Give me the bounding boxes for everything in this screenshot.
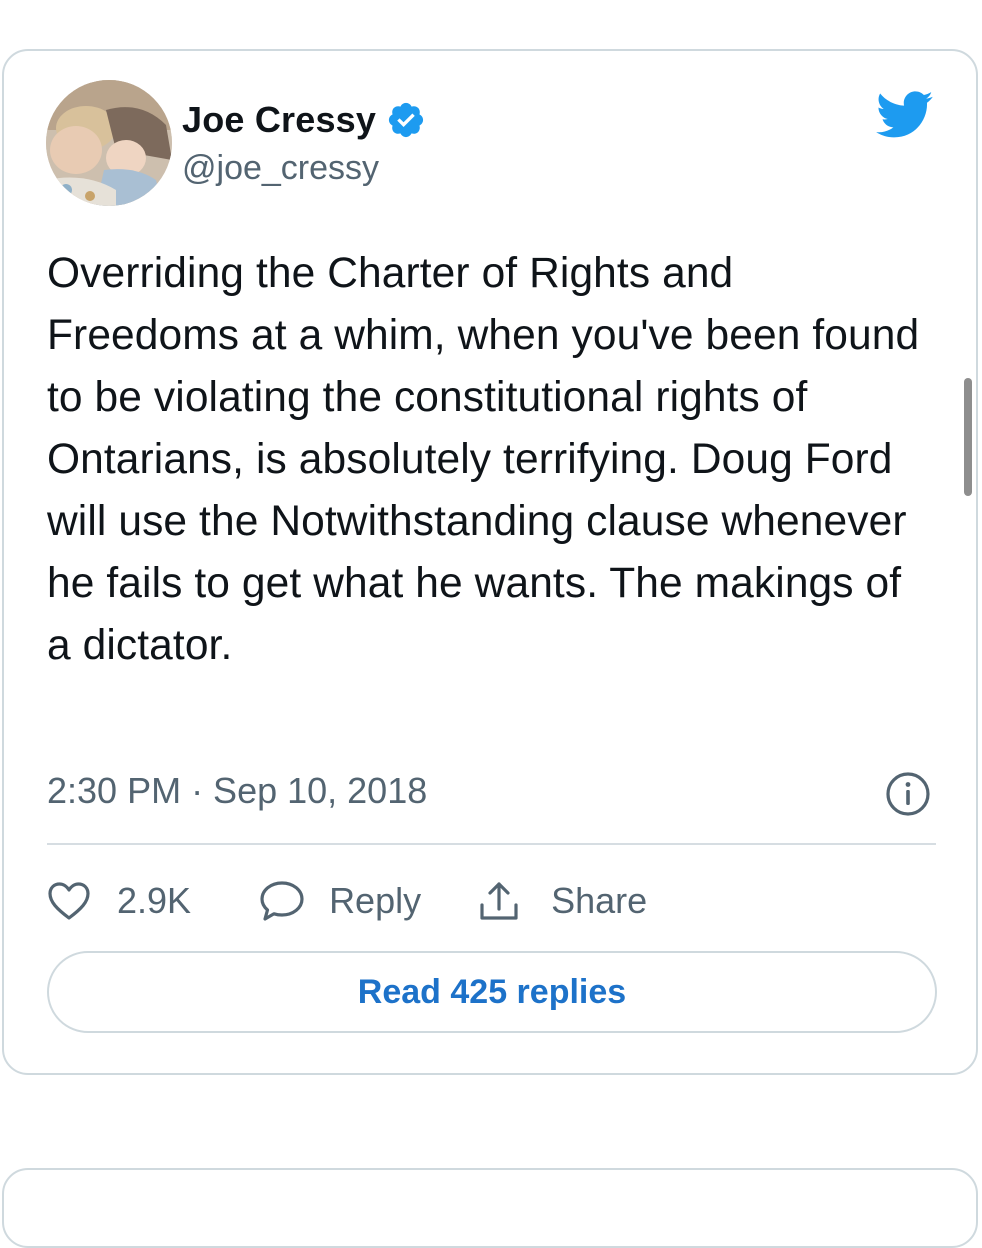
reply-bubble-icon [260, 881, 304, 921]
reply-label: Reply [329, 880, 422, 921]
share-icon [480, 882, 518, 920]
heart-icon [48, 882, 90, 920]
like-count: 2.9K [117, 880, 192, 921]
twitter-bird-icon[interactable] [876, 91, 934, 139]
tweet-text: Overriding the Charter of Rights and Fre… [47, 250, 920, 669]
read-replies-button[interactable]: Read 425 replies [47, 951, 937, 1033]
share-button[interactable]: Share [477, 879, 647, 923]
like-button[interactable]: 2.9K [47, 880, 191, 922]
scrollbar-thumb[interactable] [964, 378, 972, 496]
tweet-timestamp[interactable]: 2:30 PM · Sep 10, 2018 [47, 768, 427, 814]
author-row[interactable]: Joe Cressy [182, 96, 426, 144]
divider [47, 843, 936, 845]
author-handle[interactable]: @joe_cressy [182, 149, 379, 188]
display-name[interactable]: Joe Cressy [182, 99, 376, 141]
share-label: Share [551, 880, 648, 921]
tweet-card[interactable]: Joe Cressy @joe_cressy Overriding the Ch… [2, 49, 978, 1075]
next-tweet-card[interactable] [2, 1168, 978, 1248]
reply-button[interactable]: Reply [259, 880, 421, 922]
action-bar: 2.9K Reply Share [47, 871, 647, 931]
verified-badge-icon [389, 102, 424, 138]
info-icon[interactable] [884, 770, 932, 818]
avatar[interactable] [46, 80, 172, 206]
